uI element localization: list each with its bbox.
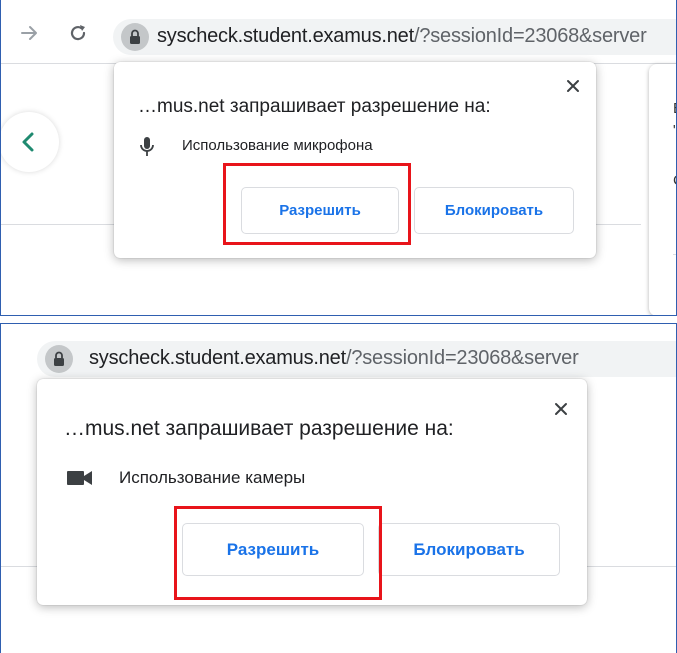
permission-row: Использование микрофона — [140, 136, 500, 158]
camera-permission-popup: …mus.net запрашивает разрешение на: Испо… — [37, 379, 587, 605]
permission-title: …mus.net запрашивает разрешение на: — [64, 417, 454, 440]
side-card-char: E — [673, 100, 676, 117]
url-path: /?sessionId=23068&server — [345, 347, 579, 369]
allow-button[interactable]: Разрешить — [182, 523, 364, 576]
lock-icon[interactable] — [121, 23, 149, 51]
top-screenshot-panel: syscheck.student.examus.net/?sessionId=2… — [0, 0, 677, 316]
block-button[interactable]: Блокировать — [414, 187, 574, 234]
side-card: E " C — [649, 64, 676, 315]
reload-icon[interactable] — [67, 22, 89, 44]
side-card-char: " — [673, 122, 676, 139]
permission-row: Использование камеры — [67, 467, 487, 489]
url-text[interactable]: syscheck.student.examus.net/?sessionId=2… — [89, 347, 579, 370]
camera-icon — [67, 470, 93, 491]
browser-toolbar: syscheck.student.examus.net/?sessionId=2… — [1, 0, 676, 64]
url-host: syscheck.student.examus.net — [89, 347, 346, 369]
close-icon[interactable] — [553, 401, 569, 417]
bottom-screenshot-panel: syscheck.student.examus.net/?sessionId=2… — [0, 323, 677, 653]
forward-icon[interactable] — [19, 22, 41, 44]
close-icon[interactable] — [565, 78, 581, 94]
microphone-icon — [140, 136, 154, 163]
allow-button[interactable]: Разрешить — [241, 187, 399, 234]
back-button[interactable] — [1, 112, 59, 172]
divider — [673, 254, 676, 255]
permission-label: Использование камеры — [119, 468, 306, 487]
side-card-char: C — [673, 172, 676, 189]
url-host: syscheck.student.examus.net — [157, 25, 414, 47]
block-button[interactable]: Блокировать — [378, 523, 560, 576]
lock-icon[interactable] — [45, 345, 73, 373]
url-path: /?sessionId=23068&server — [413, 25, 647, 47]
url-text[interactable]: syscheck.student.examus.net/?sessionId=2… — [157, 25, 647, 48]
address-bar[interactable]: syscheck.student.examus.net/?sessionId=2… — [113, 19, 676, 55]
permission-label: Использование микрофона — [182, 137, 373, 154]
microphone-permission-popup: …mus.net запрашивает разрешение на: Испо… — [114, 62, 596, 258]
address-bar[interactable]: syscheck.student.examus.net/?sessionId=2… — [37, 341, 676, 377]
permission-title: …mus.net запрашивает разрешение на: — [138, 96, 491, 117]
